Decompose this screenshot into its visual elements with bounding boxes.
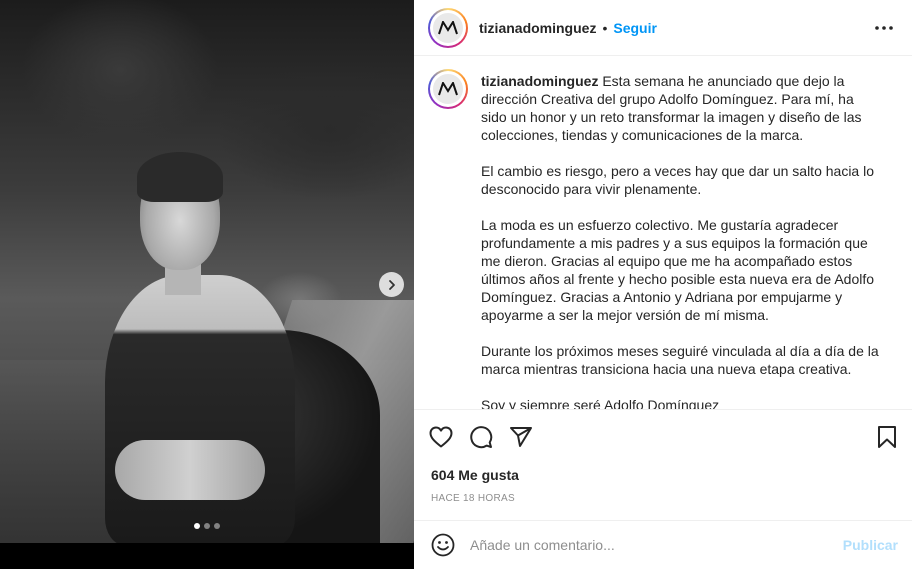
emoji-button[interactable] bbox=[430, 532, 456, 558]
like-button[interactable] bbox=[428, 424, 454, 450]
header-username[interactable]: tizianadominguez bbox=[479, 20, 596, 36]
caption-avatar[interactable] bbox=[428, 69, 468, 109]
caption-paragraph: La moda es un esfuerzo colectivo. Me gus… bbox=[481, 217, 875, 323]
photo-figure-body bbox=[105, 275, 295, 543]
caption-text: tizianadominguez Esta semana he anunciad… bbox=[481, 72, 881, 409]
likes-count[interactable]: 604 Me gusta bbox=[431, 467, 519, 483]
carousel-dot bbox=[204, 523, 210, 529]
carousel-dot bbox=[214, 523, 220, 529]
avatar[interactable] bbox=[428, 7, 468, 48]
post-header: tizianadominguez • Seguir bbox=[414, 0, 912, 56]
header-separator: • bbox=[602, 19, 608, 36]
carousel-dot bbox=[194, 523, 200, 529]
comment-button[interactable] bbox=[468, 424, 494, 450]
post-media bbox=[0, 0, 414, 569]
next-slide-button[interactable] bbox=[379, 272, 404, 297]
follow-button[interactable]: Seguir bbox=[613, 20, 657, 36]
share-button[interactable] bbox=[508, 424, 534, 450]
action-icons bbox=[428, 424, 534, 450]
heart-icon bbox=[429, 426, 453, 448]
comment-icon bbox=[470, 426, 493, 449]
emoji-icon bbox=[431, 533, 455, 557]
comment-section: Publicar bbox=[414, 520, 912, 569]
paper-plane-icon bbox=[510, 427, 532, 447]
caption-paragraph: Soy y siempre seré Adolfo Domínguez bbox=[481, 397, 720, 409]
caption-paragraph: El cambio es riesgo, pero a veces hay qu… bbox=[481, 163, 875, 197]
photo-figure-arms bbox=[115, 440, 265, 500]
save-button[interactable] bbox=[874, 424, 900, 450]
post-panel: tizianadominguez • Seguir tizianadomingu… bbox=[414, 0, 912, 569]
post-photo[interactable] bbox=[0, 0, 414, 543]
post-timestamp[interactable]: HACE 18 HORAS bbox=[431, 493, 515, 504]
bookmark-icon bbox=[878, 426, 896, 448]
comment-input[interactable] bbox=[470, 537, 843, 553]
caption-section: tizianadominguez Esta semana he anunciad… bbox=[414, 57, 912, 409]
photo-figure-hair bbox=[137, 152, 223, 202]
avatar-logo bbox=[433, 74, 463, 104]
avatar-logo bbox=[433, 12, 463, 43]
brand-logo-icon bbox=[438, 20, 458, 34]
more-options-button[interactable] bbox=[872, 18, 896, 38]
brand-logo-icon bbox=[438, 82, 458, 96]
caption-paragraph: Durante los próximos meses seguiré vincu… bbox=[481, 343, 879, 377]
chevron-right-icon bbox=[388, 279, 395, 290]
more-options-icon bbox=[875, 26, 893, 30]
caption-username[interactable]: tizianadominguez bbox=[481, 73, 598, 89]
actions-section: 604 Me gusta HACE 18 HORAS bbox=[414, 409, 912, 520]
carousel-dots bbox=[0, 523, 414, 529]
publish-button[interactable]: Publicar bbox=[843, 537, 898, 553]
